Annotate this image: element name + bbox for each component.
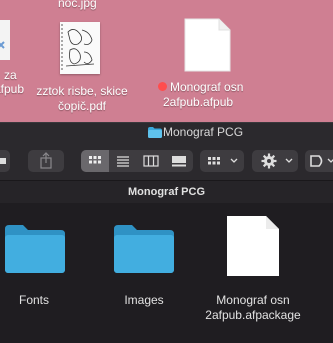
desktop-file-label[interactable]: čopič.pdf xyxy=(30,99,134,113)
file-glyph-icon xyxy=(0,41,5,49)
gear-icon xyxy=(261,153,293,169)
window-title: Monograf PCG xyxy=(163,125,244,139)
folder-icon xyxy=(148,127,162,138)
share-icon xyxy=(40,152,52,169)
desktop-file-label[interactable]: zztok risbe, skice xyxy=(30,84,134,98)
group-button[interactable] xyxy=(200,150,244,172)
file-area: Fonts Images Monograf osn 2afpub.afpacka… xyxy=(0,203,333,343)
document-icon xyxy=(227,216,279,276)
list-view-icon xyxy=(117,156,129,167)
document-icon[interactable] xyxy=(183,18,231,72)
pdf-thumbnail-icon[interactable] xyxy=(60,22,100,74)
folder-icon xyxy=(5,225,65,273)
document-icon[interactable] xyxy=(0,20,10,60)
file-label: Fonts xyxy=(18,293,49,307)
sketch-drawing-icon xyxy=(61,24,95,72)
file-label: Images xyxy=(124,293,164,307)
folder-item[interactable] xyxy=(114,223,174,283)
view-mode-control[interactable] xyxy=(81,150,193,172)
folder-icon xyxy=(114,225,174,273)
action-button[interactable] xyxy=(252,150,298,172)
desktop-file-label[interactable]: Monograf osn xyxy=(170,80,243,94)
view-columns-button[interactable] xyxy=(137,150,165,172)
blank-document-icon xyxy=(184,18,231,72)
icon-view-icon xyxy=(89,156,101,164)
file-label: 2afpub.afpackage xyxy=(205,308,301,322)
group-grid-icon xyxy=(208,157,238,165)
tag-button[interactable] xyxy=(305,150,333,172)
desktop-file-label[interactable]: za xyxy=(4,68,17,82)
desktop-file-label[interactable]: afpub xyxy=(0,82,24,96)
desktop: noc.jpg za afpub zztok risbe, skice čopi… xyxy=(0,0,333,122)
folder-name: Monograf PCG xyxy=(128,186,205,198)
share-button[interactable] xyxy=(28,150,64,172)
title-bar[interactable]: Monograf PCG xyxy=(0,122,333,143)
folder-item[interactable] xyxy=(5,223,65,283)
red-tag-icon xyxy=(158,82,167,91)
desktop-file-label[interactable]: noc.jpg xyxy=(58,0,97,10)
tag-icon xyxy=(310,155,333,167)
view-list-button[interactable] xyxy=(109,150,137,172)
path-bar: Monograf PCG xyxy=(0,180,333,204)
file-label: Monograf osn xyxy=(216,293,290,307)
nav-button[interactable] xyxy=(0,150,10,172)
chevron-down-icon xyxy=(230,158,238,163)
view-icons-button[interactable] xyxy=(81,150,109,172)
view-gallery-button[interactable] xyxy=(165,150,193,172)
column-view-icon xyxy=(143,155,159,167)
toolbar xyxy=(0,142,333,180)
finder-window: Monograf PCG Monograf PCG Fonts Images M… xyxy=(0,122,333,343)
package-item[interactable] xyxy=(226,215,280,277)
gallery-view-icon xyxy=(172,156,186,167)
desktop-file-label[interactable]: 2afpub.afpub xyxy=(163,95,233,109)
grid-small-icon xyxy=(0,158,6,164)
